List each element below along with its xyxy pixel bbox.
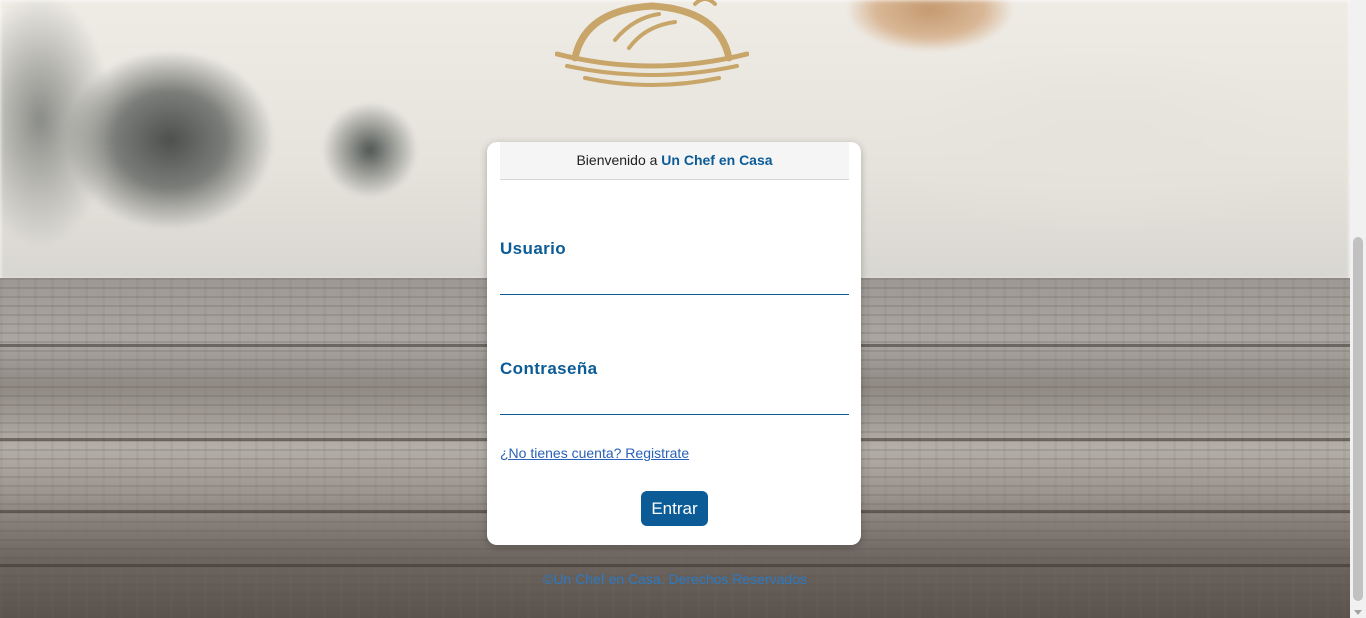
welcome-header: Bienvenido a Un Chef en Casa [500,142,849,180]
password-input[interactable] [500,388,849,415]
login-button[interactable]: Entrar [641,491,708,526]
footer-copyright: ©Un Chef en Casa. Derechos Reservados [543,571,807,587]
brand-name: Un Chef en Casa [661,152,773,168]
scroll-down-icon[interactable] [1354,610,1362,615]
cloche-icon [555,0,749,87]
vertical-scrollbar[interactable] [1350,0,1366,618]
register-link[interactable]: ¿No tienes cuenta? Registrate [500,445,689,461]
username-label: Usuario [500,239,567,258]
login-card: Bienvenido a Un Chef en Casa Usuario Con… [487,142,861,545]
scrollbar-thumb[interactable] [1353,237,1363,601]
username-input[interactable] [500,268,849,295]
password-label: Contraseña [500,359,598,378]
welcome-text: Bienvenido a [576,152,658,168]
